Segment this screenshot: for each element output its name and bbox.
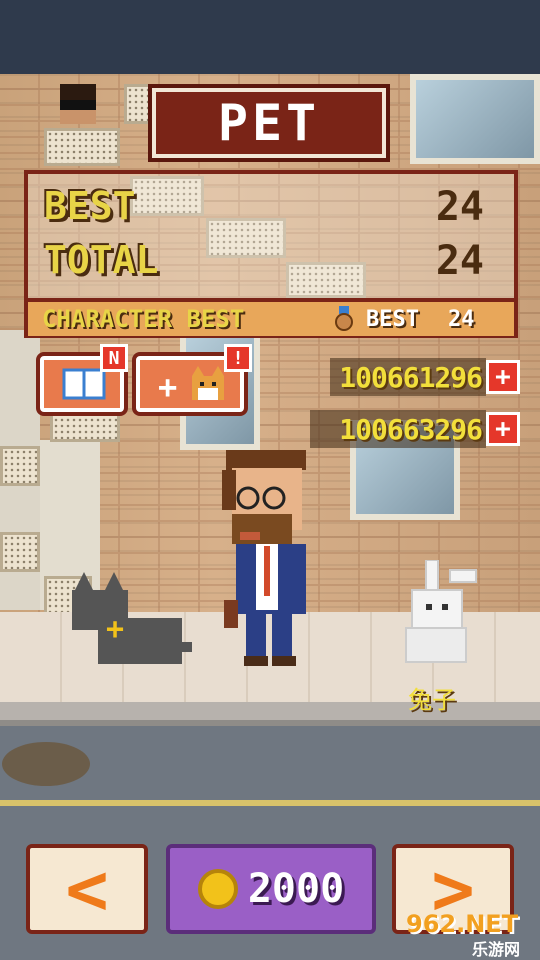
- npc-sunglasses-character: [60, 84, 96, 124]
- currency-value-1: 100661296: [339, 360, 483, 394]
- medal-icon: [334, 306, 354, 332]
- buy-pet-button[interactable]: 2000: [166, 844, 376, 934]
- site-watermark: 962.NET 乐游网: [402, 908, 536, 959]
- book-badge: N: [100, 344, 128, 372]
- character-best-sub-label: BEST: [366, 307, 419, 332]
- pet-name: 兔子: [408, 686, 456, 714]
- best-value: 24: [435, 184, 484, 230]
- previous-pet-button[interactable]: <: [26, 844, 148, 934]
- page-title: PET: [217, 94, 321, 152]
- locked-cat-pet[interactable]: +: [64, 572, 194, 672]
- chevron-left-icon: <: [65, 847, 109, 931]
- character-best-label: CHARACTER BEST: [42, 305, 245, 333]
- add-currency-button-2[interactable]: +: [486, 412, 520, 446]
- watermark-site: 962.NET: [406, 910, 519, 938]
- cat-plus: +: [106, 612, 125, 647]
- currency-row-2: 100663296: [310, 410, 486, 448]
- road-line: [0, 800, 540, 806]
- building-window: [410, 74, 540, 164]
- curb: [0, 702, 540, 726]
- best-label: BEST: [44, 184, 136, 228]
- cat-face-icon: [188, 366, 228, 402]
- player-character: [212, 440, 322, 670]
- stone-block: [0, 532, 40, 572]
- page-title-box: PET: [152, 88, 386, 158]
- book-icon: [62, 368, 106, 400]
- add-currency-button-1[interactable]: +: [486, 360, 520, 394]
- stone-block: [44, 128, 120, 166]
- coin-icon: [197, 869, 238, 909]
- total-value: 24: [435, 238, 484, 284]
- top-bar: [0, 0, 540, 74]
- stone-block: [124, 84, 152, 124]
- stone-block: [50, 408, 120, 442]
- pet-price: 2000: [247, 866, 345, 912]
- rabbit-pet[interactable]: [396, 559, 486, 670]
- pothole: [2, 742, 90, 786]
- total-label: TOTAL: [44, 238, 159, 282]
- add-pet-badge: !: [224, 344, 252, 372]
- currency-value-2: 100663296: [339, 412, 483, 446]
- character-best-bar: CHARACTER BEST BEST 24: [28, 298, 514, 336]
- add-pet-plus: +: [158, 368, 178, 406]
- currency-row-1: 100661296: [330, 358, 486, 396]
- watermark-sub: 乐游网: [472, 940, 521, 959]
- stone-block: [0, 446, 40, 486]
- character-best-value: 24: [448, 307, 475, 332]
